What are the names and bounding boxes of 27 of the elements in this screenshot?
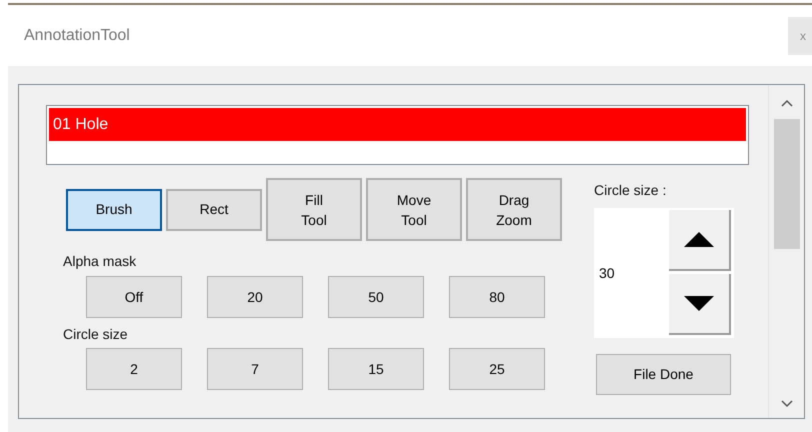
file-done-button[interactable]: File Done [596, 354, 731, 395]
circle-size-value: 30 [598, 264, 616, 282]
tool-button[interactable]: Move Tool [366, 178, 462, 241]
tool-button[interactable]: Drag Zoom [466, 178, 562, 241]
circle-size-label: Circle size : [594, 181, 668, 200]
down-triangle-icon [684, 296, 714, 311]
scrollbar-thumb[interactable] [774, 119, 800, 249]
tool-button[interactable]: Fill Tool [266, 178, 362, 241]
alpha-mask-button[interactable]: 50 [328, 276, 424, 318]
window-title: AnnotationTool [24, 26, 130, 46]
circle-size-button[interactable]: 2 [86, 348, 182, 390]
circle-size-button[interactable]: 25 [449, 348, 545, 390]
alpha-mask-button[interactable]: 20 [207, 276, 303, 318]
circle-size-button[interactable]: 15 [328, 348, 424, 390]
circle-size-button[interactable]: 7 [207, 348, 303, 390]
list-item[interactable]: 01 Hole [49, 108, 746, 141]
scroll-up-icon[interactable] [780, 99, 792, 107]
up-triangle-icon [684, 232, 714, 247]
tool-button[interactable]: Brush [66, 188, 162, 230]
alpha-mask-button[interactable]: Off [86, 276, 182, 318]
tool-button[interactable]: Rect [166, 188, 262, 230]
scroll-down-icon[interactable] [780, 400, 792, 408]
circle-size-label: Circle size [63, 325, 129, 344]
alpha-mask-button[interactable]: 80 [449, 276, 545, 318]
decrement-button[interactable] [669, 274, 731, 335]
alpha-mask-label: Alpha mask [63, 252, 138, 271]
increment-button[interactable] [669, 210, 731, 271]
